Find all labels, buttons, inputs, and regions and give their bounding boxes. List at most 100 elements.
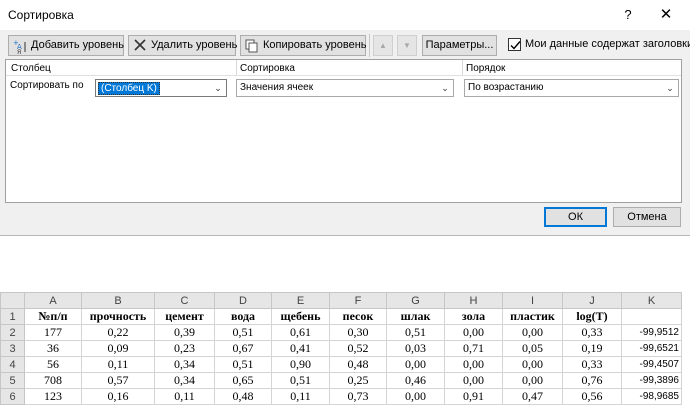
close-button[interactable]: ✕ [656,5,676,25]
column-header[interactable]: I [502,292,563,309]
column-header[interactable]: J [562,292,622,309]
cell[interactable]: 0,00 [444,356,503,373]
cell[interactable]: 0,47 [502,388,563,405]
cell[interactable]: 0,76 [562,372,622,389]
cell[interactable]: 0,73 [329,388,387,405]
cell[interactable]: 36 [24,340,82,357]
cell[interactable]: 0,34 [154,372,215,389]
cell[interactable]: -98,9685 [621,388,682,405]
cell[interactable]: 0,48 [214,388,272,405]
header-cell[interactable] [621,308,682,325]
header-cell[interactable]: прочность [81,308,155,325]
cell[interactable]: 0,91 [444,388,503,405]
cell[interactable]: -99,9512 [621,324,682,341]
options-button[interactable]: Параметры... [422,35,497,56]
cell[interactable]: 56 [24,356,82,373]
cell[interactable]: 0,65 [214,372,272,389]
cell[interactable]: 0,71 [444,340,503,357]
cell[interactable]: 0,51 [214,356,272,373]
delete-level-button[interactable]: Удалить уровень [128,35,237,56]
header-cell[interactable]: log(T) [562,308,622,325]
header-cell[interactable]: пластик [502,308,563,325]
row-number[interactable]: 5 [0,372,25,389]
cell[interactable]: 0,00 [444,372,503,389]
header-cell[interactable]: песок [329,308,387,325]
cell[interactable]: -99,3896 [621,372,682,389]
cell[interactable]: 0,30 [329,324,387,341]
chevron-down-icon: ⌄ [214,83,222,93]
row-number[interactable]: 4 [0,356,25,373]
column-header[interactable]: E [271,292,330,309]
header-cell[interactable]: щебень [271,308,330,325]
cell[interactable]: 0,00 [444,324,503,341]
cell[interactable]: 0,51 [214,324,272,341]
headers-checkbox[interactable] [508,38,521,51]
cell[interactable]: 708 [24,372,82,389]
help-button[interactable]: ? [619,6,637,24]
cell[interactable]: 0,51 [386,324,445,341]
cell[interactable]: 0,34 [154,356,215,373]
header-cell[interactable]: цемент [154,308,215,325]
move-down-button[interactable]: ▼ [397,35,417,56]
headers-checkbox-label[interactable]: Мои данные содержат заголовки [525,38,690,50]
cell[interactable]: 0,23 [154,340,215,357]
cell[interactable]: 0,00 [502,372,563,389]
cell[interactable]: -99,4507 [621,356,682,373]
header-cell[interactable]: шлак [386,308,445,325]
cell[interactable]: 0,11 [154,388,215,405]
column-header[interactable]: G [386,292,445,309]
cell[interactable]: 0,33 [562,324,622,341]
column-header[interactable]: B [81,292,155,309]
cell[interactable]: 0,25 [329,372,387,389]
column-header[interactable]: F [329,292,387,309]
header-cell[interactable]: вода [214,308,272,325]
cell[interactable]: 0,19 [562,340,622,357]
cell[interactable]: 0,00 [386,388,445,405]
cell[interactable]: 0,67 [214,340,272,357]
cell[interactable]: 0,46 [386,372,445,389]
cell[interactable]: 0,09 [81,340,155,357]
cell[interactable]: -99,6521 [621,340,682,357]
row-number[interactable]: 2 [0,324,25,341]
header-cell[interactable]: №п/п [24,308,82,325]
cell[interactable]: 0,00 [386,356,445,373]
row-number[interactable]: 1 [0,308,25,325]
cell[interactable]: 0,90 [271,356,330,373]
cell[interactable]: 0,16 [81,388,155,405]
cell[interactable]: 0,57 [81,372,155,389]
row-number[interactable]: 6 [0,388,25,405]
cell[interactable]: 177 [24,324,82,341]
cell[interactable]: 0,48 [329,356,387,373]
copy-level-button[interactable]: Копировать уровень [240,35,367,56]
cell[interactable]: 0,52 [329,340,387,357]
cell[interactable]: 0,61 [271,324,330,341]
cancel-button[interactable]: Отмена [613,207,681,227]
sort-column-dropdown[interactable]: (Столбец K) ⌄ [95,79,227,97]
cell[interactable]: 123 [24,388,82,405]
column-header[interactable]: D [214,292,272,309]
cell[interactable]: 0,00 [502,356,563,373]
cell[interactable]: 0,39 [154,324,215,341]
ok-button[interactable]: ОК [544,207,607,227]
cell[interactable]: 0,05 [502,340,563,357]
column-header[interactable]: C [154,292,215,309]
move-up-button[interactable]: ▲ [373,35,393,56]
cell[interactable]: 0,41 [271,340,330,357]
cell[interactable]: 0,51 [271,372,330,389]
sort-on-dropdown[interactable]: Значения ячеек ⌄ [236,79,454,97]
column-header[interactable]: K [621,292,682,309]
cell[interactable]: 0,22 [81,324,155,341]
cell[interactable]: 0,11 [271,388,330,405]
row-number[interactable]: 3 [0,340,25,357]
column-header[interactable]: A [24,292,82,309]
cell[interactable]: 0,56 [562,388,622,405]
cell[interactable]: 0,33 [562,356,622,373]
order-dropdown[interactable]: По возрастанию ⌄ [464,79,679,97]
column-header[interactable]: H [444,292,503,309]
cell[interactable]: 0,03 [386,340,445,357]
cell[interactable]: 0,00 [502,324,563,341]
select-all-corner[interactable] [0,292,25,309]
header-cell[interactable]: зола [444,308,503,325]
add-level-button[interactable]: + A Я Добавить уровень [8,35,124,56]
cell[interactable]: 0,11 [81,356,155,373]
